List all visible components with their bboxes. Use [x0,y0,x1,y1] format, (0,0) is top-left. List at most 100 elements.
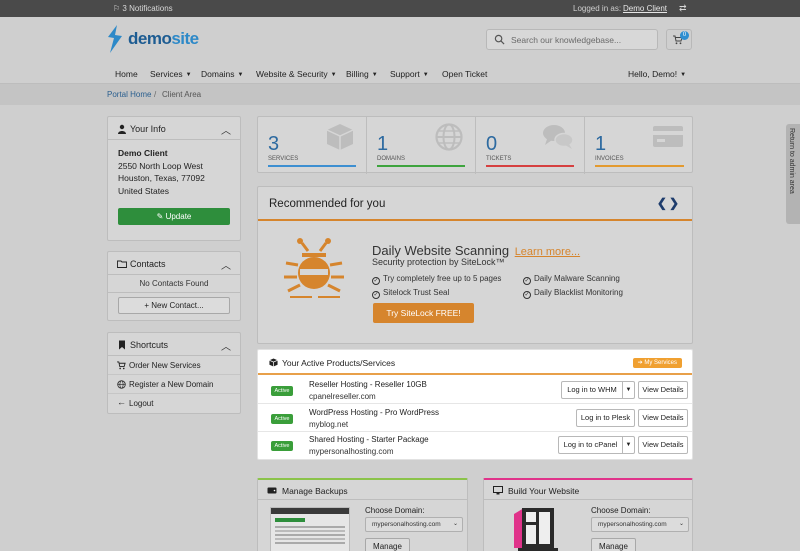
new-contact-button[interactable]: + New Contact... [118,297,230,314]
search-placeholder: Search our knowledgebase... [511,35,622,45]
stats-bar: 3 SERVICES 1 DOMAINS 0 TICKETS 1 INVOICE… [257,116,694,174]
domains-bar [377,165,465,167]
tile-tickets[interactable]: 0 TICKETS [476,117,585,174]
nav-website-security[interactable]: Website & Security ▼ [256,69,337,79]
product-name: Reseller Hosting - Reseller 10GB [309,380,427,389]
login-plesk-button[interactable]: Log in to Plesk [576,409,635,427]
backups-manage-button[interactable]: Manage [365,538,410,551]
your-info-panel: Your Info ︿ Demo Client 2550 North Loop … [107,116,241,241]
chevron-left-icon[interactable]: ❮ [657,196,669,210]
panel-header: Contacts ︿ [108,252,240,275]
choose-domain-label: Choose Domain: [591,506,651,515]
breadcrumb-current: Client Area [162,90,202,99]
nav-support[interactable]: Support ▼ [390,69,429,79]
no-contacts-text: No Contacts Found [108,275,240,293]
nav-open-ticket[interactable]: Open Ticket [442,69,487,79]
client-name-link[interactable]: Demo Client [623,4,667,13]
shortcut-order-new-services[interactable]: Order New Services [108,356,240,375]
nav-domains[interactable]: Domains ▼ [201,69,244,79]
user-icon [118,124,126,134]
feature-item: ✓ Sitelock Trust Seal [372,288,450,299]
product-row[interactable]: Active Reseller Hosting - Reseller 10GB … [258,377,692,404]
login-cpanel-button[interactable]: Log in to cPanel [558,436,623,454]
build-manage-button[interactable]: Manage [591,538,636,551]
search-icon [494,34,505,45]
check-circle-icon: ✓ [372,277,380,285]
nav-billing[interactable]: Billing ▼ [346,69,378,79]
build-website-panel: Build Your Website Choose Domain: mypers… [483,478,693,551]
chevron-up-icon[interactable]: ︿ [221,122,231,137]
breadcrumb-home-link[interactable]: Portal Home [107,90,151,99]
view-details-button[interactable]: View Details [638,381,688,399]
notifications-link[interactable]: ⚐ 3 Notifications [113,4,173,13]
caret-down-icon: ▼ [422,72,429,78]
tile-domains[interactable]: 1 DOMAINS [367,117,476,174]
login-whm-button[interactable]: Log in to WHM [561,381,623,399]
search-input[interactable]: Search our knowledgebase... [486,29,658,50]
try-sitelock-button[interactable]: Try SiteLock FREE! [373,303,474,323]
backups-domain-select[interactable]: mypersonalhosting.com ⌄ [365,517,463,532]
invoices-label: INVOICES [595,156,624,162]
manage-backups-panel: Manage Backups Choose Domain: mypersonal… [257,478,468,551]
panel-title: Shortcuts [130,340,169,350]
tickets-bar [486,165,574,167]
cube-icon [269,358,278,367]
product-domain: cpanelreseller.com [309,392,376,401]
comments-icon [543,125,574,149]
chevron-down-icon: ⌄ [678,521,684,527]
product-row[interactable]: Active Shared Hosting - Starter Package … [258,432,692,459]
products-title: Your Active Products/Services [282,358,396,368]
status-badge: Active [271,386,293,396]
flag-icon: ⚐ [113,4,121,13]
hard-drive-icon [267,487,277,494]
product-row[interactable]: Active WordPress Hosting - Pro WordPress… [258,405,692,432]
caret-down-icon: ▼ [680,72,687,78]
main-nav: Home Services ▼ Domains ▼ Website & Securi… [0,63,800,84]
chevron-up-icon[interactable]: ︿ [221,338,231,353]
cart-button[interactable]: 0 [666,29,692,50]
website-builder-icon [514,508,558,551]
services-bar [268,165,356,167]
return-to-admin-tab[interactable]: Return to admin area [786,124,800,224]
caret-down-icon: ▼ [185,72,192,78]
tile-services[interactable]: 3 SERVICES [258,117,367,174]
feature-item: ✓ Daily Blacklist Monitoring [523,288,623,299]
return-to-admin-label: Return to admin area [788,128,795,194]
login-dropdown-toggle[interactable]: ▼ [622,381,635,399]
tile-invoices[interactable]: 1 INVOICES [585,117,694,174]
my-services-button[interactable]: ➔ My Services [632,358,682,368]
build-domain-select[interactable]: mypersonalhosting.com ⌄ [591,517,689,532]
shortcut-register-domain[interactable]: Register a New Domain [108,375,240,394]
view-details-button[interactable]: View Details [638,409,688,427]
top-bar: ⚐ 3 Notifications Logged in as: Demo Cli… [0,0,800,17]
shortcuts-panel: Shortcuts ︿ Order New Services Register … [107,332,241,414]
sitelock-bug-icon [284,238,344,298]
active-products-panel: Your Active Products/Services ➔ My Servi… [257,349,693,460]
carousel-arrows[interactable]: ❮❯ [657,196,681,210]
shortcut-logout[interactable]: ← Logout [108,394,240,413]
nav-home[interactable]: Home [115,69,138,79]
header: demosite Search our knowledgebase... 0 [0,17,800,63]
check-circle-icon: ✓ [372,291,380,299]
nav-user-menu[interactable]: Hello, Demo! ▼ [628,69,686,79]
cart-count-badge: 0 [680,31,689,40]
product-name: WordPress Hosting - Pro WordPress [309,408,439,417]
nav-services[interactable]: Services ▼ [150,69,192,79]
logo[interactable]: demosite [106,24,199,54]
plus-icon: + [144,301,149,310]
build-title: Build Your Website [508,486,580,496]
login-dropdown-toggle[interactable]: ▼ [622,436,635,454]
your-info-body: Demo Client 2550 North Loop West Houston… [108,140,240,204]
caret-down-icon: ▼ [237,72,244,78]
update-button[interactable]: ✎ Update [118,208,230,225]
logo-text-site: site [171,29,199,48]
chevron-up-icon[interactable]: ︿ [221,257,231,272]
switch-user-icon[interactable]: ⇄ [679,3,687,14]
learn-more-link[interactable]: Learn more... [515,246,580,258]
view-details-button[interactable]: View Details [638,436,688,454]
product-domain: mypersonalhosting.com [309,447,394,456]
chevron-right-icon[interactable]: ❯ [669,196,681,210]
backups-title: Manage Backups [282,486,348,496]
panel-header: Your Info ︿ [108,117,240,140]
feature-item: ✓ Daily Malware Scanning [523,274,620,285]
